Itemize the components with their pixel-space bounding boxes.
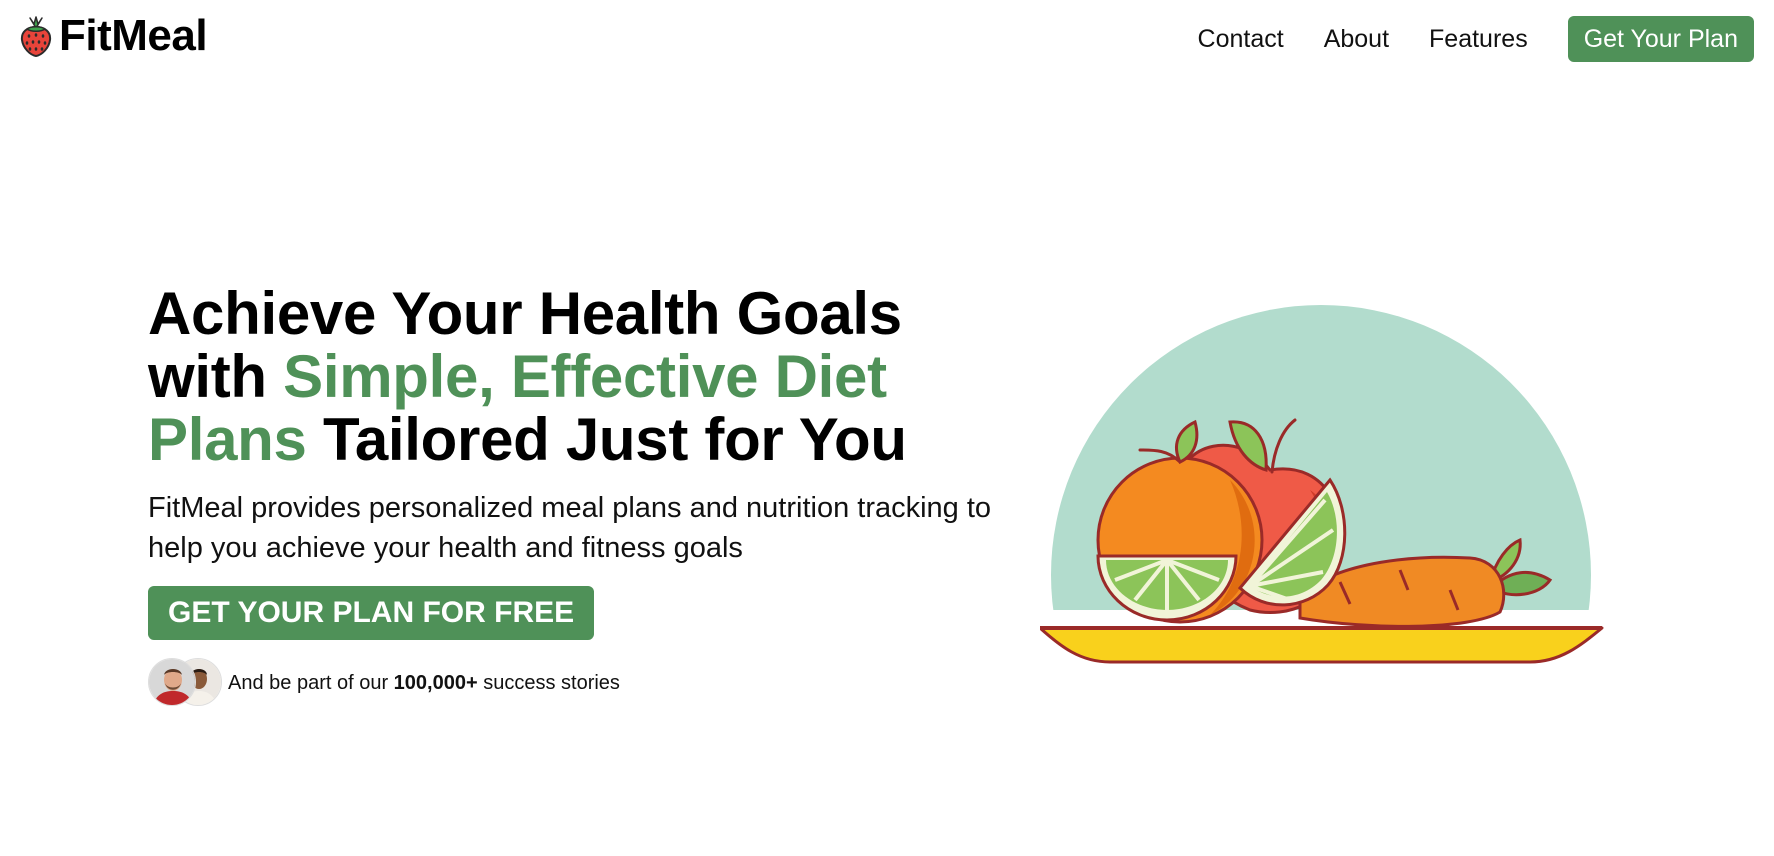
plate xyxy=(1038,626,1604,664)
brand[interactable]: FitMeal xyxy=(19,11,208,60)
get-plan-free-button[interactable]: GET YOUR PLAN FOR FREE xyxy=(148,586,595,640)
fruit-plate-illustration xyxy=(1038,290,1610,845)
proof-prefix: And be part of our xyxy=(228,671,394,694)
hero-title: Achieve Your Health Goals with Simple, E… xyxy=(148,282,1028,471)
get-your-plan-button[interactable]: Get Your Plan xyxy=(1567,16,1754,62)
strawberry-icon xyxy=(20,16,52,57)
avatar xyxy=(148,658,196,706)
fruit-plate-svg xyxy=(1038,305,1610,845)
social-proof-text: And be part of our 100,000+ success stor… xyxy=(228,672,620,695)
proof-count: 100,000+ xyxy=(393,671,478,694)
nav-link-about[interactable]: About xyxy=(1324,16,1389,62)
hero-title-part2: Tailored Just for You xyxy=(306,406,907,473)
nav-links: Contact About Features Get Your Plan xyxy=(1198,16,1754,62)
proof-suffix: success stories xyxy=(477,671,620,694)
nav-link-features[interactable]: Features xyxy=(1429,16,1528,62)
hero-subtitle: FitMeal provides personalized meal plans… xyxy=(148,492,992,564)
navbar: FitMeal Contact About Features Get Your … xyxy=(0,0,1774,80)
hero-text: Achieve Your Health Goals with Simple, E… xyxy=(148,282,1028,708)
nav-link-contact[interactable]: Contact xyxy=(1198,16,1284,62)
avatar-group xyxy=(148,658,222,708)
social-proof: And be part of our 100,000+ success stor… xyxy=(148,658,1028,708)
brand-name: FitMeal xyxy=(59,11,208,60)
